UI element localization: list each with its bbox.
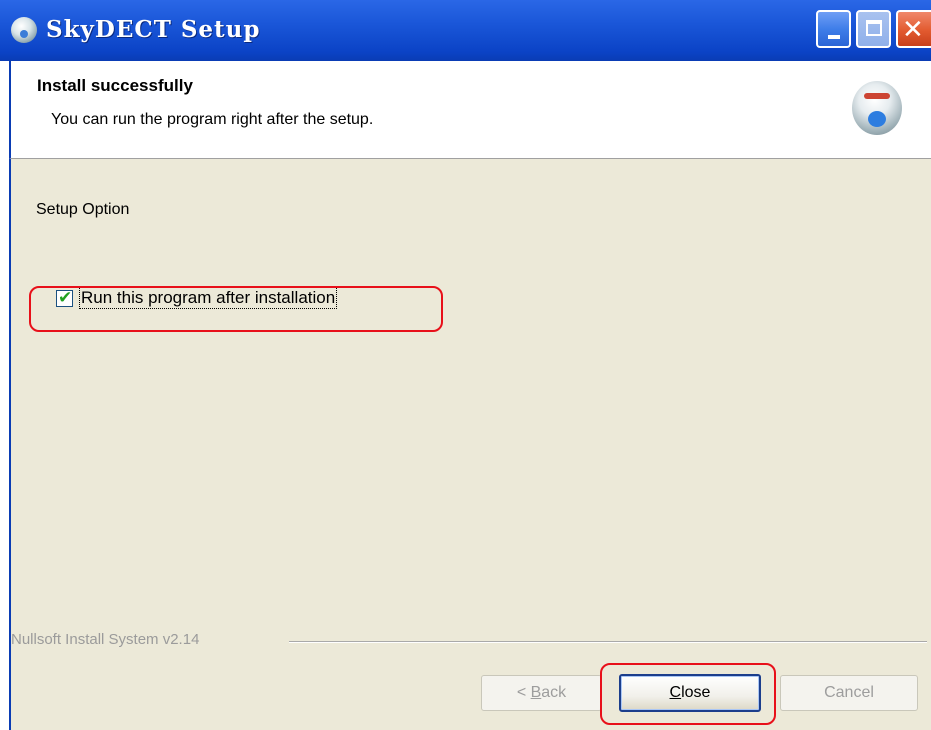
page-title: Install successfully <box>37 76 193 95</box>
page-subtitle: You can run the program right after the … <box>51 111 374 128</box>
window-title: SkyDECT Setup <box>46 16 261 43</box>
maximize-button <box>856 10 891 48</box>
title-bar[interactable]: SkyDECT Setup ✕ <box>0 0 931 61</box>
maximize-icon <box>866 20 882 36</box>
setup-option-label: Setup Option <box>36 201 130 218</box>
close-window-button[interactable]: ✕ <box>896 10 931 48</box>
close-icon: ✕ <box>902 15 924 45</box>
app-icon <box>11 17 37 43</box>
download-arrow-icon <box>868 111 886 127</box>
nsis-branding: Nullsoft Install System v2.14 <box>11 631 200 648</box>
back-button[interactable]: < Back <box>481 675 602 711</box>
annotation-highlight-checkbox <box>29 286 443 332</box>
main-panel: Setup Option ✔ Run this program after in… <box>9 159 931 730</box>
back-accel: B <box>530 684 542 701</box>
footer-separator <box>289 641 927 643</box>
back-rest: ack <box>541 684 567 701</box>
installer-icon <box>852 81 902 135</box>
annotation-highlight-close <box>600 663 776 725</box>
header-banner: Install successfully You can run the pro… <box>9 61 931 159</box>
minimize-icon <box>828 35 840 39</box>
minimize-button[interactable] <box>816 10 851 48</box>
cancel-button[interactable]: Cancel <box>780 675 918 711</box>
back-prefix: < <box>516 684 531 701</box>
installer-icon-label <box>864 93 890 99</box>
